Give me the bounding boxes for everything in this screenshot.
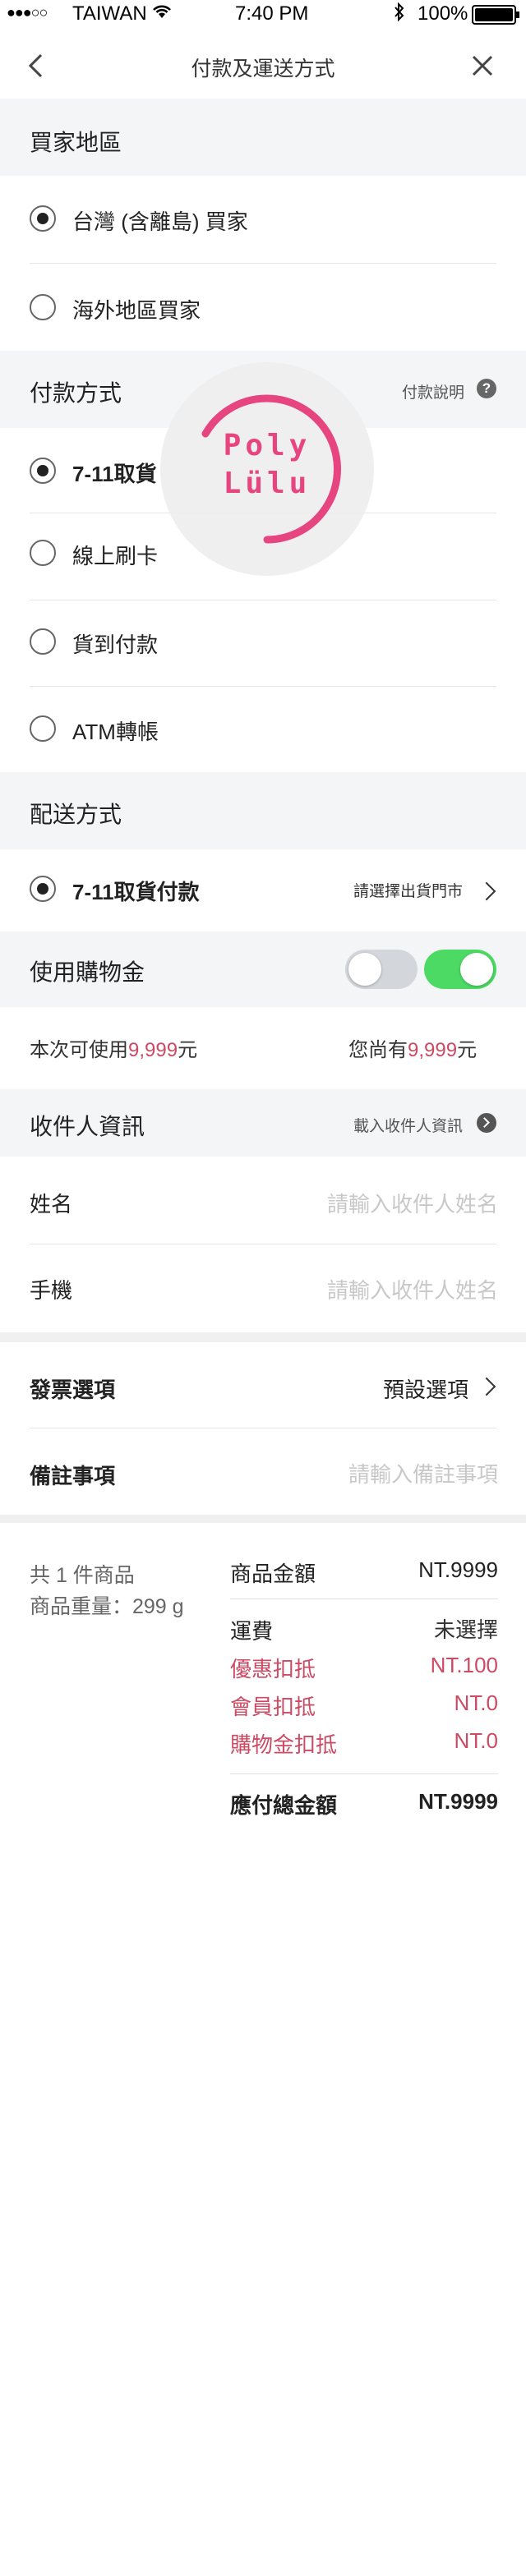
clock: 7:40 PM [235,2,309,25]
bluetooth-icon [393,2,406,29]
radio-checked[interactable] [30,458,56,484]
invoice-value[interactable]: 預設選項 [383,1373,468,1404]
member-discount-label: 會員扣抵 [230,1695,316,1719]
total-value: NT.9999 [418,1789,498,1814]
discount-value: NT.100 [430,1653,498,1677]
buyer-region-header: 買家地區 [0,99,526,176]
section-title: 付款方式 [30,380,122,406]
radio-unchecked[interactable] [30,628,56,655]
phone-label: 手機 [30,1278,73,1303]
recipient-header: 收件人資訊 載入收件人資訊 [0,1089,526,1157]
note-input[interactable]: 請輸入備註事項 [348,1458,498,1488]
polylulu-logo: Poly Lülu [156,358,378,580]
status-bar: ●●●○○ TAIWAN 7:40 PM 100% [0,0,526,33]
payment-help-link[interactable]: 付款說明 [402,380,464,402]
radio-unchecked[interactable] [30,540,56,566]
arrow-circle-icon[interactable] [477,1113,496,1133]
order-summary: 共 1 件商品 商品重量：299 g 商品金額 NT.9999 運費 未選擇 優… [0,1523,526,1835]
credit-available: 本次可使用9,999元 [30,1033,197,1062]
divider [0,1332,526,1342]
radio-checked[interactable] [30,205,56,232]
credit-available-prefix: 本次可使用 [30,1039,128,1061]
logo-text-line1: Poly [223,429,311,462]
credit-owned: 您尚有9,999元 [348,1033,477,1062]
close-icon[interactable] [470,53,495,82]
item-count: 共 1 件商品 [30,1564,135,1587]
select-store-link[interactable]: 請選擇出貨門市 [353,879,463,901]
shipping-option-711[interactable]: 7-11取貨付款 請選擇出貨門市 [0,849,526,932]
option-label: 7-11取貨 [72,462,157,486]
option-label: 海外地區買家 [72,298,201,323]
item-weight: 商品重量：299 g [30,1595,184,1618]
recipient-name-row[interactable]: 姓名 請輸入收件人姓名 [0,1157,526,1244]
credit-discount-value: NT.0 [454,1728,498,1753]
recipient-phone-row[interactable]: 手機 請輸入收件人姓名 [0,1244,526,1332]
divider [230,1598,498,1599]
phone-input[interactable]: 請輸入收件人姓名 [327,1274,498,1304]
radio-unchecked[interactable] [30,294,56,320]
shipping-header: 配送方式 [0,772,526,849]
toggle-switch-on[interactable] [424,950,496,989]
option-label: 台灣 (含離島) 買家 [72,209,248,234]
payment-option-atm[interactable]: ATM轉帳 [0,687,526,772]
section-title: 收件人資訊 [30,1114,145,1139]
payment-option-cod[interactable]: 貨到付款 [0,600,526,686]
name-input[interactable]: 請輸入收件人姓名 [327,1188,498,1218]
radio-unchecked[interactable] [30,715,56,742]
carrier-label: TAIWAN [72,2,147,25]
member-discount-value: NT.0 [454,1690,498,1715]
credit-owned-value: 9,999 [408,1039,458,1061]
subtotal-value: NT.9999 [418,1557,498,1582]
option-label: 線上刷卡 [72,544,159,568]
section-title: 買家地區 [30,130,122,155]
shipping-fee-label: 運費 [230,1619,274,1644]
option-label: 7-11取貨付款 [72,880,200,904]
option-label: ATM轉帳 [72,720,159,744]
subtotal-label: 商品金額 [230,1562,316,1586]
chevron-right-icon[interactable] [477,881,496,901]
note-row[interactable]: 備註事項 請輸入備註事項 [0,1428,526,1514]
section-title: 使用購物金 [30,959,145,985]
chevron-right-icon[interactable] [477,1377,496,1396]
radio-checked[interactable] [30,876,56,902]
toggle-switch-off[interactable] [345,950,418,989]
credit-owned-suffix: 元 [457,1039,478,1061]
credit-discount-label: 購物金扣抵 [230,1732,338,1757]
battery-icon [472,5,519,25]
credit-header: 使用購物金 [0,932,526,1007]
wifi-icon [151,2,173,27]
credit-available-value: 9,999 [128,1039,178,1061]
logo-text-line2: Lülu [223,467,311,500]
invoice-label: 發票選項 [30,1378,116,1402]
credit-available-suffix: 元 [178,1039,198,1061]
discount-label: 優惠扣抵 [230,1657,316,1681]
nav-bar: 付款及運送方式 [0,33,526,99]
total-label: 應付總金額 [230,1793,338,1818]
name-label: 姓名 [30,1192,73,1217]
invoice-row[interactable]: 發票選項 預設選項 [0,1342,526,1428]
section-title: 配送方式 [30,802,122,827]
credit-info-row: 本次可使用9,999元 您尚有9,999元 [0,1007,526,1089]
buyer-option-taiwan[interactable]: 台灣 (含離島) 買家 [0,176,526,263]
credit-owned-prefix: 您尚有 [348,1039,408,1061]
signal-dots-icon: ●●●○○ [7,4,48,21]
load-recipient-link[interactable]: 載入收件人資訊 [353,1114,463,1136]
note-label: 備註事項 [30,1464,116,1488]
divider [230,1773,498,1774]
shipping-fee-value: 未選擇 [433,1617,498,1642]
option-label: 貨到付款 [72,632,159,657]
battery-percent: 100% [418,2,468,25]
buyer-option-overseas[interactable]: 海外地區買家 [0,264,526,351]
page-title: 付款及運送方式 [191,58,335,80]
divider [0,1515,526,1523]
help-icon[interactable]: ? [477,379,496,398]
